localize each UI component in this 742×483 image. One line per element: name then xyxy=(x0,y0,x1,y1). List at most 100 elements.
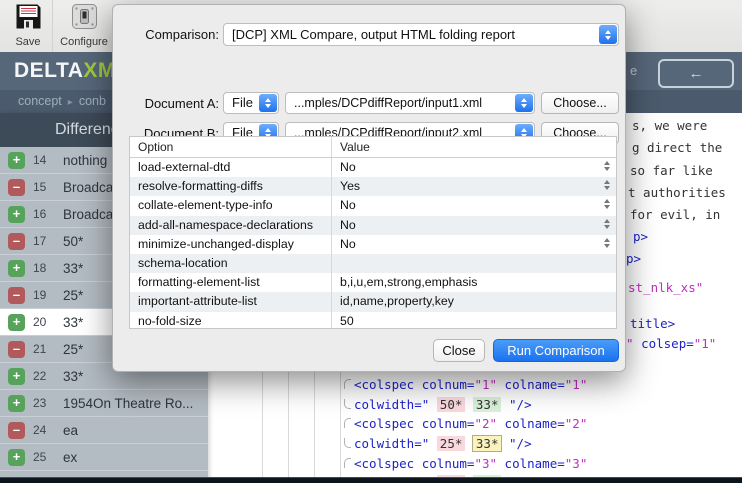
option-row-collate-element-type-info[interactable]: collate-element-type-infoNo xyxy=(130,196,616,215)
breadcrumb-item-concept[interactable]: concept xyxy=(18,94,62,108)
row-number: 25 xyxy=(33,450,53,464)
fold-marker-icon[interactable] xyxy=(344,379,351,389)
value-stepper-icon[interactable] xyxy=(604,238,610,248)
fold-marker-icon[interactable] xyxy=(344,399,351,409)
fold-marker-icon[interactable] xyxy=(344,458,351,468)
code-segment: p> xyxy=(633,229,648,244)
stepper-up-icon xyxy=(604,199,610,203)
option-row-no-fold-size[interactable]: no-fold-size50 xyxy=(130,312,616,330)
code-segment: st_nlk_xs" xyxy=(628,280,703,295)
option-row-load-external-dtd[interactable]: load-external-dtdNo xyxy=(130,158,616,177)
code-segment: colsep= xyxy=(641,336,694,351)
option-row-formatting-element-list[interactable]: formatting-element-listb,i,u,em,strong,e… xyxy=(130,273,616,292)
option-name: formatting-element-list xyxy=(130,273,332,292)
code-line: <colspec colnum="1" colname="1" xyxy=(344,377,587,392)
option-row-schema-location[interactable]: schema-location xyxy=(130,254,616,273)
breadcrumb-item-conb[interactable]: conb xyxy=(79,94,106,108)
code-line: s, we were xyxy=(632,118,707,133)
removed-icon: – xyxy=(8,422,25,439)
option-name: resolve-formatting-diffs xyxy=(130,177,332,196)
code-segment: "1" xyxy=(565,377,588,392)
option-row-add-all-namespace-declarations[interactable]: add-all-namespace-declarationsNo xyxy=(130,216,616,235)
diff-row-23[interactable]: +231954On Theatre Ro... xyxy=(0,390,208,417)
code-segment: <colspec xyxy=(354,456,414,471)
code-segment xyxy=(414,416,422,431)
code-line: st_nlk_xs" xyxy=(628,280,703,295)
code-segment: "/> xyxy=(509,397,532,412)
removed-icon: – xyxy=(8,179,25,196)
code-segment: 33* xyxy=(473,436,502,451)
column-header-value: Value xyxy=(332,137,370,157)
option-row-important-attribute-list[interactable]: important-attribute-listid,name,property… xyxy=(130,292,616,311)
row-label: 25* xyxy=(63,288,83,303)
added-icon: + xyxy=(8,206,25,223)
code-line: <colspec colnum="3" colname="3" xyxy=(344,456,587,471)
code-segment: so far like xyxy=(630,163,713,178)
comparison-select[interactable]: [DCP] XML Compare, output HTML folding r… xyxy=(223,23,619,46)
diff-row-25[interactable]: +25 ex xyxy=(0,444,208,471)
choose-document-a-button[interactable]: Choose... xyxy=(541,92,619,114)
row-label: 33* xyxy=(63,369,83,384)
code-segment: title> xyxy=(630,316,675,331)
document-a-source-select[interactable]: File xyxy=(223,92,279,114)
fold-marker-icon[interactable] xyxy=(344,418,351,428)
code-segment xyxy=(429,436,437,451)
code-segment xyxy=(429,397,437,412)
code-segment xyxy=(465,436,473,451)
code-segment: "2" xyxy=(565,416,588,431)
back-button[interactable]: ← xyxy=(658,59,734,88)
value-stepper-icon[interactable] xyxy=(604,180,610,190)
bottom-bar xyxy=(0,477,742,483)
value-stepper-icon[interactable] xyxy=(604,161,610,171)
option-name: add-all-namespace-declarations xyxy=(130,216,332,235)
save-button[interactable]: Save xyxy=(8,3,48,48)
code-segment: colname= xyxy=(505,456,565,471)
diff-row-24[interactable]: –24ea xyxy=(0,417,208,444)
code-line: colwidth=" 50* 33* "/> xyxy=(344,397,532,412)
row-label: ex xyxy=(63,450,77,465)
option-row-resolve-formatting-diffs[interactable]: resolve-formatting-diffsYes xyxy=(130,177,616,196)
run-comparison-button[interactable]: Run Comparison xyxy=(493,339,619,362)
removed-icon: – xyxy=(8,341,25,358)
option-value: b,i,u,em,strong,emphasis xyxy=(332,273,477,292)
close-button[interactable]: Close xyxy=(433,339,485,362)
value-stepper-icon[interactable] xyxy=(604,219,610,229)
row-number: 16 xyxy=(33,207,53,221)
added-icon: + xyxy=(8,449,25,466)
option-name: important-attribute-list xyxy=(130,292,332,311)
option-name: schema-location xyxy=(130,254,332,273)
code-line: title> xyxy=(630,316,675,331)
code-line: colwidth=" 25* 33* "/> xyxy=(344,436,532,451)
code-segment xyxy=(497,456,505,471)
configure-icon xyxy=(71,3,98,30)
option-name: no-fold-size xyxy=(130,312,332,330)
code-line: t authorities xyxy=(628,185,726,200)
row-number: 18 xyxy=(33,261,53,275)
option-value: No xyxy=(332,216,356,235)
options-table: Option Value load-external-dtdNoresolve-… xyxy=(129,136,617,329)
column-header-option: Option xyxy=(130,137,332,157)
comparison-select-value: [DCP] XML Compare, output HTML folding r… xyxy=(224,24,618,45)
code-segment xyxy=(501,436,509,451)
row-label: ea xyxy=(63,423,78,438)
document-a-path-select[interactable]: ...mples/DCPdiffReport/input1.xml xyxy=(285,92,535,114)
code-segment: p> xyxy=(626,251,641,266)
stepper-down-icon xyxy=(604,225,610,229)
code-segment: s, we were xyxy=(632,118,707,133)
option-value: No xyxy=(332,235,356,254)
removed-icon: – xyxy=(8,233,25,250)
comparison-label: Comparison: xyxy=(123,27,219,42)
fold-marker-icon[interactable] xyxy=(344,438,351,448)
option-row-minimize-unchanged-display[interactable]: minimize-unchanged-displayNo xyxy=(130,235,616,254)
save-label: Save xyxy=(8,36,48,48)
option-value: No xyxy=(332,158,356,177)
code-line: p> xyxy=(626,251,641,266)
value-stepper-icon[interactable] xyxy=(604,199,610,209)
option-value: 50 xyxy=(332,312,354,329)
code-segment: colname= xyxy=(505,416,565,431)
stepper-down-icon xyxy=(604,205,610,209)
configure-button[interactable]: Configure xyxy=(58,3,110,48)
document-a-path-value: ...mples/DCPdiffReport/input1.xml xyxy=(286,93,534,113)
code-segment: colnum= xyxy=(422,377,475,392)
select-stepper-icon xyxy=(515,94,533,112)
